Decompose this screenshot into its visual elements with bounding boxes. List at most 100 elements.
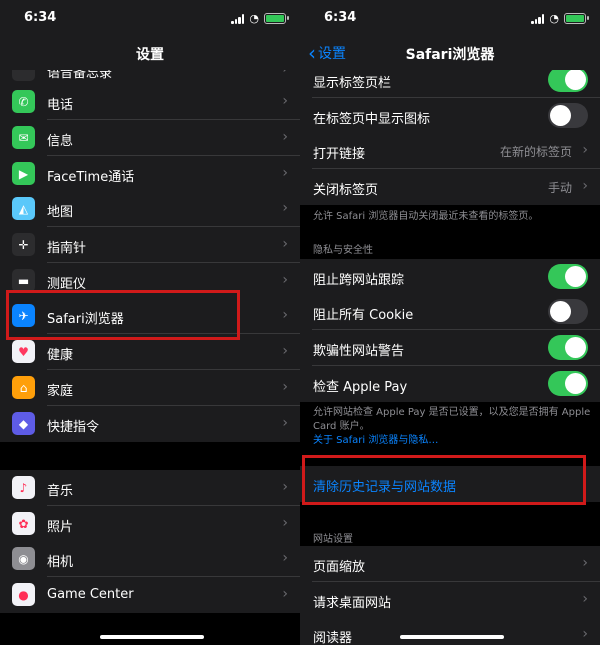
settings-row-facetime[interactable]: ▶ FaceTime通话 › xyxy=(0,156,300,192)
page-zoom-row[interactable]: 页面缩放 › xyxy=(300,546,600,582)
safari-settings-panel: 显示标签页栏 在标签页中显示图标 打开链接 在新的标签页 › 关闭标签页 手动 › … xyxy=(300,0,600,645)
wifi-icon: ◔ xyxy=(549,12,559,25)
show-icons-in-tabs-toggle[interactable] xyxy=(548,103,588,128)
show-icons-in-tabs-row[interactable]: 在标签页中显示图标 xyxy=(300,98,600,134)
row-label: 检查 Apple Pay xyxy=(313,380,408,395)
row-label: 地图 xyxy=(47,205,74,220)
phone-icon: ✆ xyxy=(12,90,35,113)
group-spacer xyxy=(0,442,300,470)
open-links-row[interactable]: 打开链接 在新的标签页 › xyxy=(300,133,600,169)
block-all-cookies-toggle[interactable] xyxy=(548,299,588,324)
row-label: 显示标签页栏 xyxy=(313,76,392,91)
settings-row-shortcuts[interactable]: ◆ 快捷指令 › xyxy=(0,406,300,442)
row-label: 电话 xyxy=(47,98,74,113)
website-settings-header: 网站设置 xyxy=(313,534,353,545)
show-tab-bar-toggle[interactable] xyxy=(548,67,588,92)
row-label: 欺骗性网站警告 xyxy=(313,344,405,359)
status-time: 6:34 xyxy=(324,10,357,25)
compass-icon: ✛ xyxy=(12,233,35,256)
status-bar: 6:34 ◔ xyxy=(300,0,600,34)
request-desktop-website-row[interactable]: 请求桌面网站 › xyxy=(300,582,600,618)
home-indicator xyxy=(100,635,204,639)
row-label: 音乐 xyxy=(47,484,74,499)
row-label: 阻止跨网站跟踪 xyxy=(313,273,405,288)
row-label: 请求桌面网站 xyxy=(313,596,392,611)
settings-row-phone[interactable]: ✆ 电话 › xyxy=(0,84,300,120)
row-label: 相机 xyxy=(47,555,74,570)
measure-icon: ▬ xyxy=(12,269,35,292)
row-label: 快捷指令 xyxy=(47,420,100,435)
toggle-knob xyxy=(565,69,586,90)
facetime-icon: ▶ xyxy=(12,162,35,185)
check-apple-pay-toggle[interactable] xyxy=(548,371,588,396)
row-label: 指南针 xyxy=(47,241,87,256)
photos-icon: ✿ xyxy=(12,512,35,535)
chevron-right-icon: › xyxy=(282,343,288,359)
chevron-right-icon: › xyxy=(282,550,288,566)
row-label: 在标签页中显示图标 xyxy=(313,112,431,127)
row-label: 家庭 xyxy=(47,384,74,399)
chevron-right-icon: › xyxy=(282,307,288,323)
prevent-cross-site-tracking-row[interactable]: 阻止跨网站跟踪 xyxy=(300,259,600,295)
toggle-knob xyxy=(550,301,571,322)
chevron-right-icon: › xyxy=(282,165,288,181)
messages-icon: ✉ xyxy=(12,126,35,149)
game-center-icon: ● xyxy=(12,583,35,606)
row-label: 打开链接 xyxy=(313,147,366,162)
chevron-right-icon: › xyxy=(582,178,588,194)
settings-panel: 语音备忘录 › ✆ 电话 › ✉ 信息 › ▶ FaceTime通话 › ◭ 地… xyxy=(0,0,300,645)
reader-row[interactable]: 阅读器 › xyxy=(300,617,600,645)
settings-row-maps[interactable]: ◭ 地图 › xyxy=(0,191,300,227)
privacy-footnote: 允许网站检查 Apple Pay 是否已设置，以及您是否拥有 Apple Car… xyxy=(313,406,593,448)
fraudulent-website-warning-toggle[interactable] xyxy=(548,335,588,360)
fraudulent-website-warning-row[interactable]: 欺骗性网站警告 xyxy=(300,330,600,366)
battery-icon xyxy=(564,13,589,24)
clear-history-highlight-box xyxy=(302,455,586,505)
close-tabs-row[interactable]: 关闭标签页 手动 › xyxy=(300,169,600,205)
chevron-right-icon: › xyxy=(282,515,288,531)
safari-highlight-box xyxy=(6,290,240,340)
chevron-right-icon: › xyxy=(282,236,288,252)
row-label: 健康 xyxy=(47,348,74,363)
settings-row-home[interactable]: ⌂ 家庭 › xyxy=(0,370,300,406)
open-links-value: 在新的标签页 xyxy=(499,145,572,159)
music-icon: ♪ xyxy=(12,476,35,499)
settings-row-camera[interactable]: ◉ 相机 › xyxy=(0,541,300,577)
chevron-right-icon: › xyxy=(282,200,288,216)
signal-icon xyxy=(231,13,245,24)
chevron-right-icon: › xyxy=(282,415,288,431)
row-label: Game Center xyxy=(47,587,134,602)
settings-row-music[interactable]: ♪ 音乐 › xyxy=(0,470,300,506)
chevron-right-icon: › xyxy=(582,591,588,607)
maps-icon: ◭ xyxy=(12,197,35,220)
status-time: 6:34 xyxy=(24,10,57,25)
row-label: 阅读器 xyxy=(313,631,353,645)
settings-row-messages[interactable]: ✉ 信息 › xyxy=(0,120,300,156)
row-label: 照片 xyxy=(47,520,74,535)
row-label: 信息 xyxy=(47,134,74,149)
check-apple-pay-row[interactable]: 检查 Apple Pay xyxy=(300,366,600,402)
nav-bar: ‹ 设置 Safari浏览器 xyxy=(300,34,600,70)
block-all-cookies-row[interactable]: 阻止所有 Cookie xyxy=(300,294,600,330)
chevron-right-icon: › xyxy=(282,586,288,602)
row-label: 页面缩放 xyxy=(313,560,366,575)
prevent-cross-site-tracking-toggle[interactable] xyxy=(548,264,588,289)
privacy-section-header: 隐私与安全性 xyxy=(313,245,373,256)
chevron-right-icon: › xyxy=(582,142,588,158)
privacy-link[interactable]: 关于 Safari 浏览器与隐私… xyxy=(313,435,438,446)
chevron-right-icon: › xyxy=(282,129,288,145)
chevron-right-icon: › xyxy=(582,626,588,642)
row-label: FaceTime通话 xyxy=(47,170,135,185)
settings-row-compass[interactable]: ✛ 指南针 › xyxy=(0,227,300,263)
settings-row-game-center[interactable]: ● Game Center › xyxy=(0,577,300,613)
battery-icon xyxy=(264,13,289,24)
privacy-footnote-text: 允许网站检查 Apple Pay 是否已设置，以及您是否拥有 Apple Car… xyxy=(313,407,591,432)
camera-icon: ◉ xyxy=(12,547,35,570)
row-label: 阻止所有 Cookie xyxy=(313,308,414,323)
page-title: Safari浏览器 xyxy=(405,47,495,63)
shortcuts-icon: ◆ xyxy=(12,412,35,435)
health-icon: ♥ xyxy=(12,340,35,363)
chevron-right-icon: › xyxy=(582,555,588,571)
wifi-icon: ◔ xyxy=(249,12,259,25)
settings-row-photos[interactable]: ✿ 照片 › xyxy=(0,506,300,542)
